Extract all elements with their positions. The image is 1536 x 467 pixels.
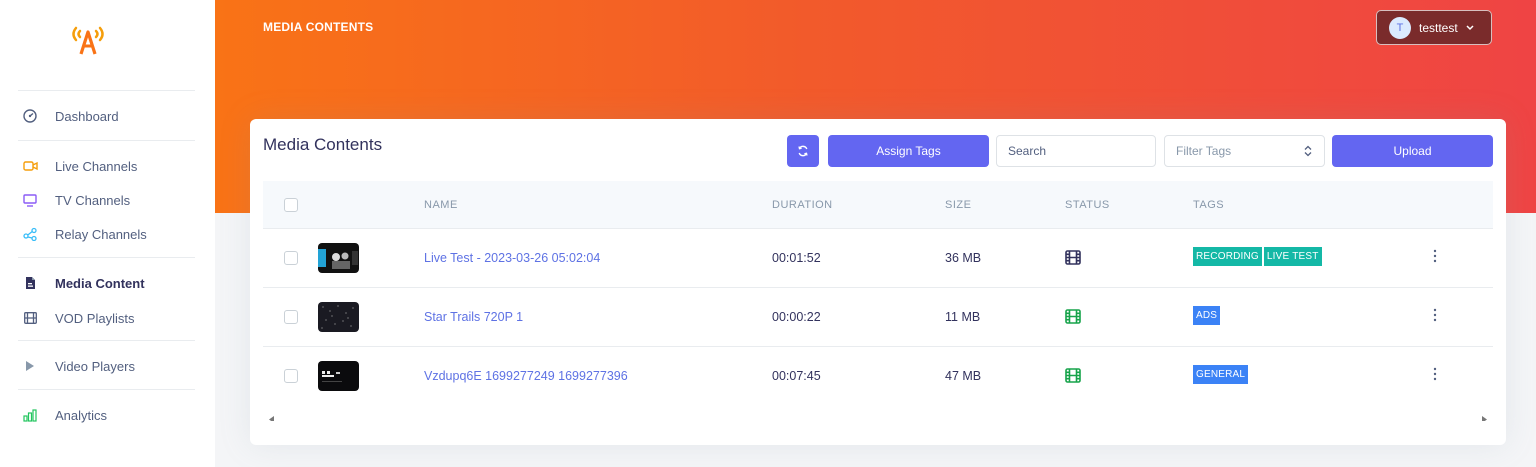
film-status-icon [1065,309,1081,329]
sidebar-item-label: Video Players [55,358,135,374]
media-size: 11 MB [945,310,981,324]
row-checkbox[interactable] [284,251,298,265]
column-header-duration[interactable]: DURATION [772,199,833,211]
video-thumbnail[interactable] [318,302,359,332]
page-title: MEDIA CONTENTS [263,20,374,34]
tv-icon [22,192,38,208]
gauge-icon [22,108,38,124]
refresh-button[interactable] [787,135,819,167]
more-vertical-icon[interactable] [1433,367,1437,386]
sidebar-item-video-players[interactable]: Video Players [18,354,195,378]
avatar: T [1389,16,1411,39]
select-all-checkbox[interactable] [284,198,298,212]
tag-list: RECORDING LIVE TEST [1193,247,1324,266]
table-row: Star Trails 720P 1 00:00:22 11 MB ADS [263,288,1493,347]
media-duration: 00:07:45 [772,369,821,383]
scroll-right-icon[interactable] [1482,410,1487,421]
user-name: testtest [1419,20,1458,35]
media-contents-card: Media Contents Assign Tags Filter Tags U… [250,119,1506,445]
table-row: Live Test - 2023-03-26 05:02:04 00:01:52… [263,229,1493,288]
tag-badge[interactable]: ADS [1193,306,1221,325]
sidebar-item-label: Relay Channels [55,226,147,242]
sidebar-item-tv-channels[interactable]: TV Channels [18,188,195,212]
sidebar-item-relay-channels[interactable]: Relay Channels [18,222,195,246]
video-camera-icon [22,158,38,174]
row-checkbox[interactable] [284,369,298,383]
film-status-icon [1065,368,1081,388]
media-duration: 00:00:22 [772,310,821,324]
scroll-left-icon[interactable] [269,410,274,421]
chevron-down-icon [1466,24,1474,31]
table-header: NAME DURATION SIZE STATUS TAGS [263,181,1493,229]
tag-badge[interactable]: GENERAL [1193,365,1249,384]
sidebar-item-label: TV Channels [55,192,131,208]
sidebar-item-analytics[interactable]: Analytics [18,403,195,427]
sidebar-divider [18,389,195,390]
sidebar-item-label: Dashboard [55,108,119,124]
row-checkbox[interactable] [284,310,298,324]
file-icon [22,275,38,291]
play-icon [22,358,38,374]
media-table: NAME DURATION SIZE STATUS TAGS Live Test… [263,181,1493,421]
sidebar-item-label: Analytics [55,407,108,423]
search-input[interactable] [996,135,1156,167]
media-size: 36 MB [945,251,982,265]
tag-badge[interactable]: RECORDING [1193,247,1262,266]
chevron-up-down-icon [1304,145,1312,160]
column-header-status[interactable]: STATUS [1065,199,1110,211]
film-status-icon [1065,250,1081,270]
media-name-link[interactable]: Vzdupq6E 1699277249 1699277396 [424,369,628,383]
sidebar-item-dashboard[interactable]: Dashboard [18,104,195,128]
user-menu-button[interactable]: T testtest [1376,10,1492,45]
column-header-name[interactable]: NAME [424,199,458,211]
video-thumbnail[interactable] [318,243,359,273]
tag-list: GENERAL [1193,365,1250,384]
sidebar-item-label: Media Content [55,275,145,291]
sidebar-divider [18,140,195,141]
filter-tags-placeholder: Filter Tags [1176,144,1232,158]
table-row: Vzdupq6E 1699277249 1699277396 00:07:45 … [263,347,1493,406]
sidebar-divider [18,90,195,91]
media-name-link[interactable]: Star Trails 720P 1 [424,310,523,324]
upload-button[interactable]: Upload [1332,135,1493,167]
sidebar-divider [18,257,195,258]
media-size: 47 MB [945,369,982,383]
filter-tags-select[interactable]: Filter Tags [1164,135,1325,167]
refresh-icon [798,145,808,157]
column-header-size[interactable]: SIZE [945,199,971,211]
assign-tags-button[interactable]: Assign Tags [828,135,989,167]
bar-chart-icon [22,407,38,423]
video-thumbnail[interactable] [318,361,359,391]
sidebar-item-live-channels[interactable]: Live Channels [18,154,195,178]
more-vertical-icon[interactable] [1433,308,1437,327]
horizontal-scrollbar[interactable] [263,406,1493,421]
tag-badge[interactable]: LIVE TEST [1263,247,1322,266]
brand-logo[interactable] [66,20,110,60]
sidebar-item-label: Live Channels [55,158,138,174]
column-header-tags: TAGS [1193,199,1225,211]
tag-list: ADS [1193,306,1222,325]
sidebar: Dashboard Live Channels TV Channels Rela… [0,0,215,467]
sidebar-divider [18,340,195,341]
sidebar-item-media-content[interactable]: Media Content [18,271,195,295]
more-vertical-icon[interactable] [1433,249,1437,268]
antenna-logo-icon [72,26,104,55]
film-icon [22,310,38,326]
media-duration: 00:01:52 [772,251,821,265]
card-title: Media Contents [263,135,383,154]
media-name-link[interactable]: Live Test - 2023-03-26 05:02:04 [424,251,600,265]
sidebar-item-vod-playlists[interactable]: VOD Playlists [18,306,195,330]
sidebar-item-label: VOD Playlists [55,310,135,326]
share-nodes-icon [22,226,38,242]
